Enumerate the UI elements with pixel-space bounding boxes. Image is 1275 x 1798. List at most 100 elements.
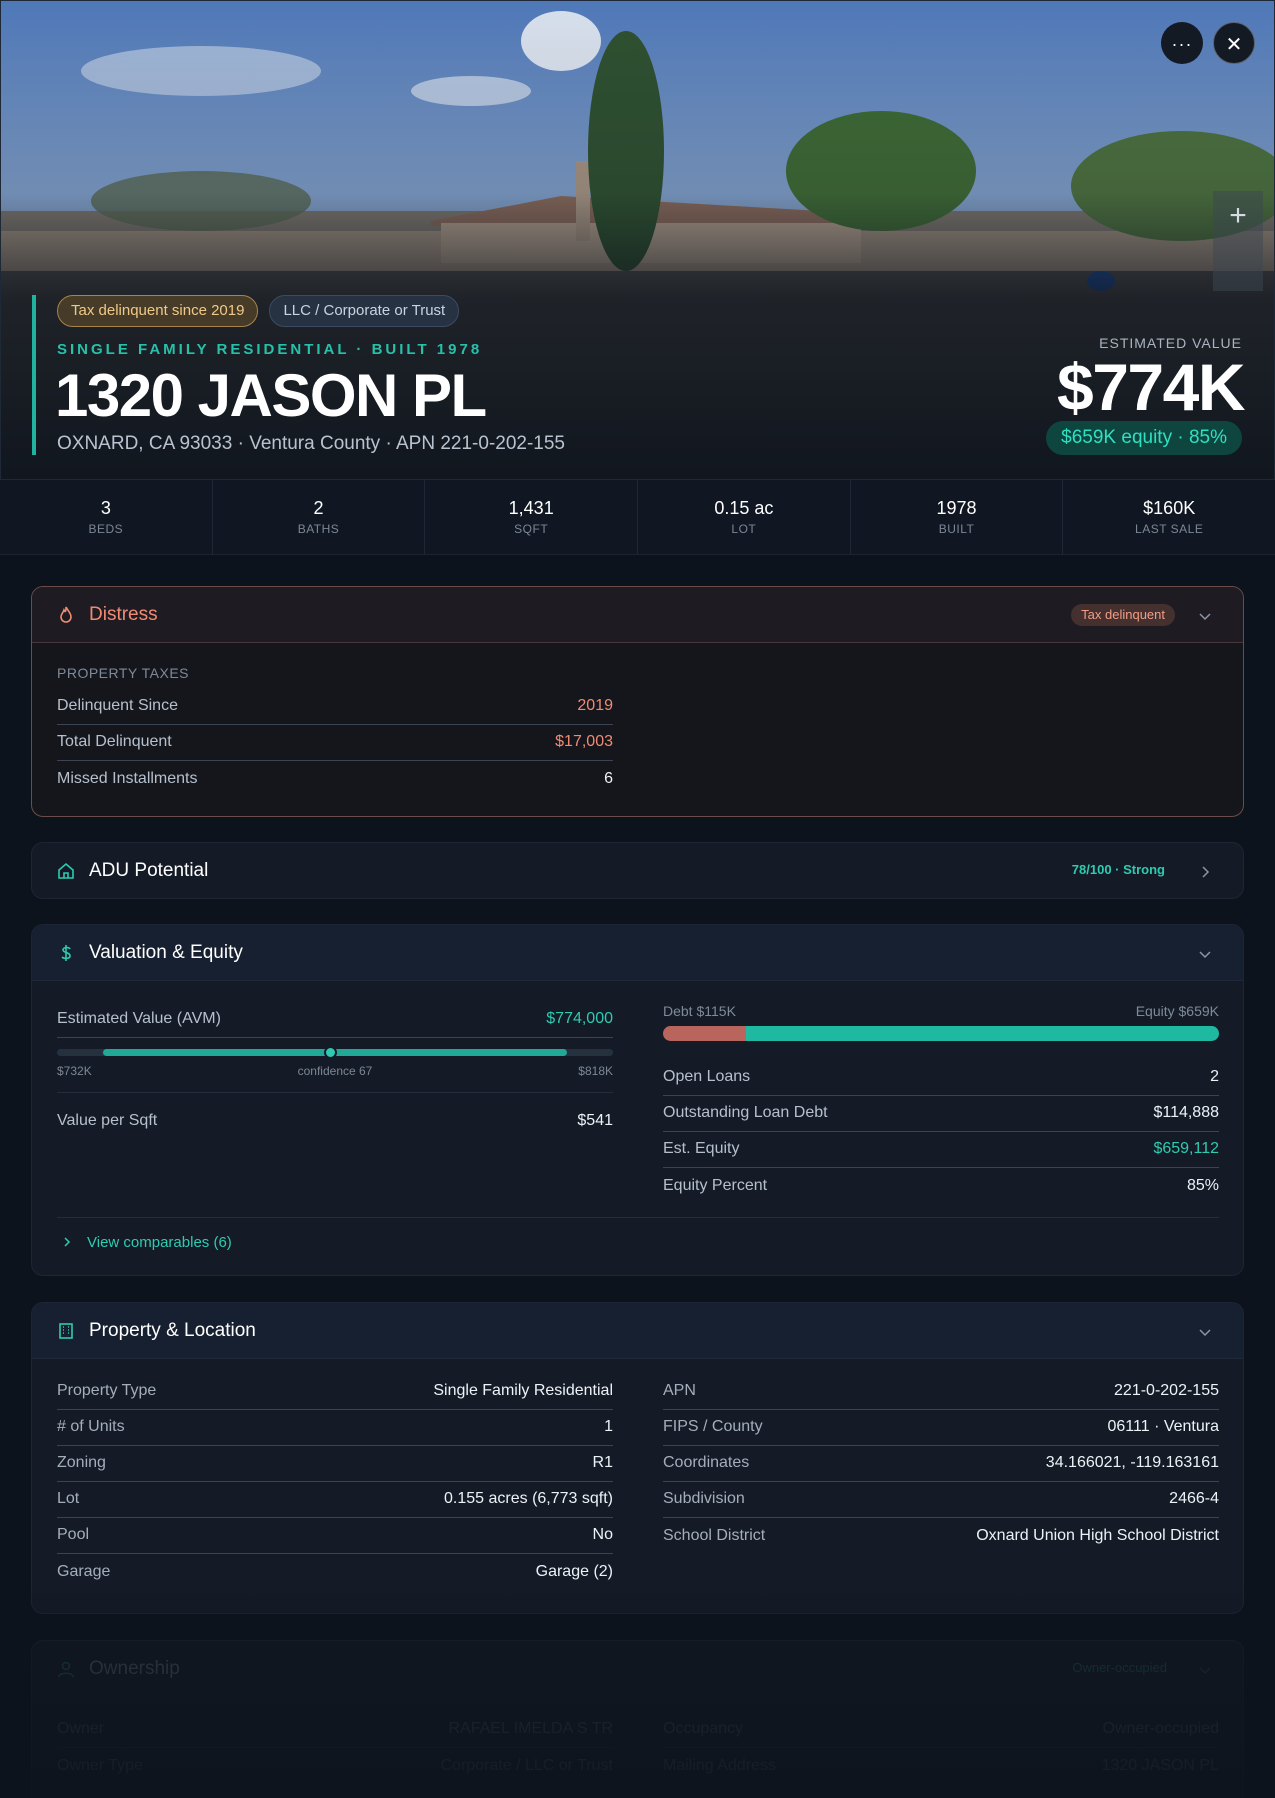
more-options-button[interactable]: ··· <box>1161 22 1203 64</box>
building-icon <box>59 1323 73 1339</box>
detail-row: Equity Percent 85% <box>663 1167 1219 1204</box>
view-comparables-link[interactable]: View comparables (6) <box>57 1217 1219 1251</box>
distress-card: Distress Tax delinquent PROPERTY TAXES D… <box>31 586 1244 817</box>
distress-header[interactable]: Distress Tax delinquent <box>32 587 1243 643</box>
detail-row: Total Delinquent $17,003 <box>57 724 613 761</box>
flame-icon <box>60 606 72 623</box>
user-icon <box>58 1661 74 1678</box>
close-icon: ✕ <box>1225 34 1243 56</box>
stat-value: 1,431 <box>508 498 554 518</box>
ownership-card: Ownership Owner-occupied Owner RAFAEL IM… <box>31 1640 1244 1798</box>
dollar-icon <box>61 945 71 961</box>
distress-title: Distress <box>89 603 158 625</box>
row-value: $659,112 <box>1153 1140 1219 1157</box>
ownership-header[interactable]: Ownership Owner-occupied <box>32 1641 1243 1697</box>
more-icon: ··· <box>1171 34 1193 54</box>
detail-row: Mailing Address 1320 JASON PL <box>663 1747 1219 1784</box>
row-label: Lot <box>57 1490 80 1507</box>
stat-label: LOT <box>731 522 757 536</box>
row-label: Garage <box>57 1562 111 1580</box>
valuation-equity-card: Valuation & Equity Estimated Value (AVM)… <box>31 924 1244 1276</box>
home-icon <box>58 862 74 879</box>
row-value: 1 <box>604 1418 613 1435</box>
property-header[interactable]: Property & Location <box>32 1303 1243 1359</box>
chevron-down-icon[interactable] <box>1197 946 1213 962</box>
row-label: Delinquent Since <box>57 697 178 714</box>
row-label: Mailing Address <box>663 1756 776 1774</box>
value-per-sqft-row: Value per Sqft $541 <box>57 1102 613 1139</box>
hero-tags: Tax delinquent since 2019 LLC / Corporat… <box>57 295 460 327</box>
row-value: 2466-4 <box>1169 1490 1219 1507</box>
row-value: Garage (2) <box>535 1562 613 1580</box>
adu-header: ADU Potential 78/100 · Strong <box>32 843 1243 898</box>
row-value: Single Family Residential <box>433 1382 613 1399</box>
chevron-down-icon[interactable] <box>1197 1662 1213 1678</box>
tax-delinquent-badge: Tax delinquent <box>1071 604 1175 626</box>
stat-value: 0.15 ac <box>714 498 774 518</box>
avm-value: $774,000 <box>546 1010 613 1027</box>
row-label: Zoning <box>57 1454 106 1471</box>
chevron-down-icon[interactable] <box>1197 608 1213 624</box>
property-title: Property & Location <box>89 1319 256 1341</box>
row-label: Equity Percent <box>663 1176 768 1194</box>
ownership-title: Ownership <box>89 1658 180 1679</box>
adu-title: ADU Potential <box>89 860 209 881</box>
detail-row: Property Type Single Family Residential <box>57 1373 613 1410</box>
chevron-right-icon <box>64 1237 71 1247</box>
detail-row: Subdivision 2466-4 <box>663 1481 1219 1518</box>
detail-row: Occupancy Owner-occupied <box>663 1711 1219 1748</box>
row-label: Owner <box>57 1720 105 1737</box>
key-stats-bar: 3 BEDS 2 BATHS 1,431 SQFT 0.15 ac LOT 19… <box>0 480 1275 555</box>
row-value: No <box>592 1526 613 1543</box>
row-label: Pool <box>57 1526 90 1543</box>
property-location-card: Property & Location Property Type Single … <box>31 1302 1244 1614</box>
adu-potential-card[interactable]: ADU Potential 78/100 · Strong <box>31 842 1244 899</box>
detail-row: Owner Type Corporate / LLC or Trust <box>57 1747 613 1784</box>
row-value: 6 <box>604 769 613 787</box>
row-value: RAFAEL IMELDA S TR <box>448 1720 614 1737</box>
row-value: $17,003 <box>555 733 613 750</box>
stat-label: SQFT <box>514 522 549 536</box>
detail-row: Lot 0.155 acres (6,773 sqft) <box>57 1481 613 1518</box>
detail-row: Outstanding Loan Debt $114,888 <box>663 1095 1219 1132</box>
avm-row: Estimated Value (AVM) $774,000 <box>57 1001 613 1038</box>
stat-label: BEDS <box>88 522 124 536</box>
detail-row: APN 221-0-202-155 <box>663 1373 1219 1410</box>
row-value: 85% <box>1186 1176 1219 1194</box>
row-label: APN <box>663 1382 696 1399</box>
owner-type-tag: LLC / Corporate or Trust <box>269 295 460 327</box>
chevron-down-icon[interactable] <box>1197 1324 1213 1340</box>
avm-point-marker <box>323 1046 337 1059</box>
stat-built: 1978 BUILT <box>851 480 1064 554</box>
property-subtitle: SINGLE FAMILY RESIDENTIAL · BUILT 1978 <box>57 341 483 358</box>
chevron-right-icon[interactable] <box>1197 864 1213 880</box>
row-label: Owner Type <box>57 1756 143 1774</box>
detail-row: Delinquent Since 2019 <box>57 688 613 725</box>
row-label: Missed Installments <box>57 769 198 787</box>
stat-value: $160K <box>1143 498 1196 518</box>
hero-accent-bar <box>32 295 36 455</box>
zoom-in-button[interactable]: + <box>1213 191 1263 241</box>
row-label: Coordinates <box>663 1454 750 1471</box>
debt-segment <box>663 1026 746 1041</box>
row-value: 2019 <box>577 697 613 714</box>
valuation-title: Valuation & Equity <box>89 941 243 963</box>
row-value: 221-0-202-155 <box>1114 1382 1219 1399</box>
detail-row: Owner RAFAEL IMELDA S TR <box>57 1711 613 1748</box>
close-button[interactable]: ✕ <box>1213 22 1255 64</box>
stat-sqft: 1,431 SQFT <box>425 480 639 554</box>
row-value: 1320 JASON PL <box>1101 1756 1219 1774</box>
avm-confidence-range <box>57 1046 613 1059</box>
detail-row: Zoning R1 <box>57 1445 613 1482</box>
row-value: 0.155 acres (6,773 sqft) <box>444 1490 613 1507</box>
avm-high-label: $818K <box>578 1064 613 1078</box>
stat-label: BATHS <box>297 522 340 536</box>
stat-label: LAST SALE <box>1135 522 1204 536</box>
row-label: Occupancy <box>663 1720 744 1737</box>
row-label: School District <box>663 1526 766 1544</box>
stat-beds: 3 BEDS <box>0 480 213 554</box>
valuation-header[interactable]: Valuation & Equity <box>32 925 1243 981</box>
row-label: # of Units <box>57 1418 125 1435</box>
detail-row: # of Units 1 <box>57 1409 613 1446</box>
adu-score: 78/100 · Strong <box>1071 862 1165 877</box>
